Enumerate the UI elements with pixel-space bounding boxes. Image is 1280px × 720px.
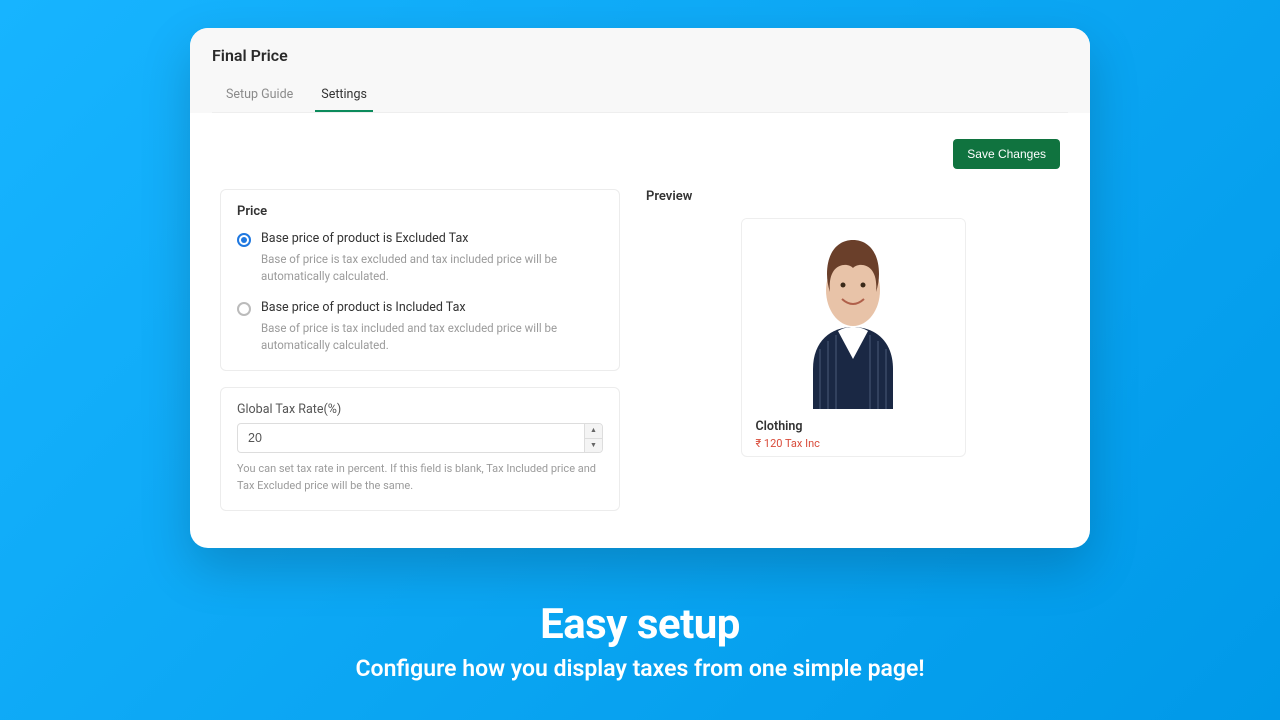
tab-setup-guide[interactable]: Setup Guide — [220, 79, 299, 112]
action-bar: Save Changes — [220, 139, 1060, 169]
right-column: Preview — [646, 189, 1060, 511]
preview-product-info: Clothing ₹ 120 Tax Inc — [742, 409, 965, 456]
promo-subhead: Configure how you display taxes from one… — [0, 655, 1280, 682]
stepper-up-icon[interactable]: ▲ — [585, 424, 602, 439]
person-illustration-icon — [778, 219, 928, 409]
radio-included-label: Base price of product is Included Tax — [261, 300, 466, 315]
tab-settings[interactable]: Settings — [315, 79, 373, 112]
save-button[interactable]: Save Changes — [953, 139, 1060, 169]
promo-text: Easy setup Configure how you display tax… — [0, 600, 1280, 682]
preview-product-price: ₹ 120 Tax Inc — [756, 437, 951, 450]
radio-excluded-desc: Base of price is tax excluded and tax in… — [261, 251, 603, 286]
price-panel: Price Base price of product is Excluded … — [220, 189, 620, 371]
preview-product-name: Clothing — [756, 419, 951, 434]
tax-rate-label: Global Tax Rate(%) — [237, 402, 603, 417]
radio-included-row[interactable]: Base price of product is Included Tax — [237, 300, 603, 316]
preview-product-image — [742, 219, 965, 409]
app-window: Final Price Setup Guide Settings Save Ch… — [190, 28, 1090, 548]
content-area: Save Changes Price Base price of product… — [190, 113, 1090, 548]
radio-included[interactable] — [237, 302, 251, 316]
preview-title: Preview — [646, 189, 1060, 204]
radio-excluded[interactable] — [237, 233, 251, 247]
header: Final Price Setup Guide Settings — [190, 28, 1090, 113]
page-title: Final Price — [212, 46, 1068, 65]
stepper-down-icon[interactable]: ▼ — [585, 439, 602, 453]
tax-rate-panel: Global Tax Rate(%) ▲ ▼ You can set tax r… — [220, 387, 620, 511]
promo-headline: Easy setup — [0, 600, 1280, 649]
columns: Price Base price of product is Excluded … — [220, 189, 1060, 511]
radio-included-desc: Base of price is tax included and tax ex… — [261, 320, 603, 355]
quantity-stepper: ▲ ▼ — [584, 424, 602, 452]
left-column: Price Base price of product is Excluded … — [220, 189, 620, 511]
tax-rate-input-wrap: ▲ ▼ — [237, 423, 603, 453]
radio-excluded-row[interactable]: Base price of product is Excluded Tax — [237, 231, 603, 247]
tax-rate-input[interactable] — [237, 423, 603, 453]
radio-excluded-label: Base price of product is Excluded Tax — [261, 231, 468, 246]
preview-product-card: Clothing ₹ 120 Tax Inc — [741, 218, 966, 457]
tax-rate-help: You can set tax rate in percent. If this… — [237, 461, 603, 494]
tabs: Setup Guide Settings — [212, 79, 1068, 113]
price-panel-title: Price — [237, 204, 603, 219]
